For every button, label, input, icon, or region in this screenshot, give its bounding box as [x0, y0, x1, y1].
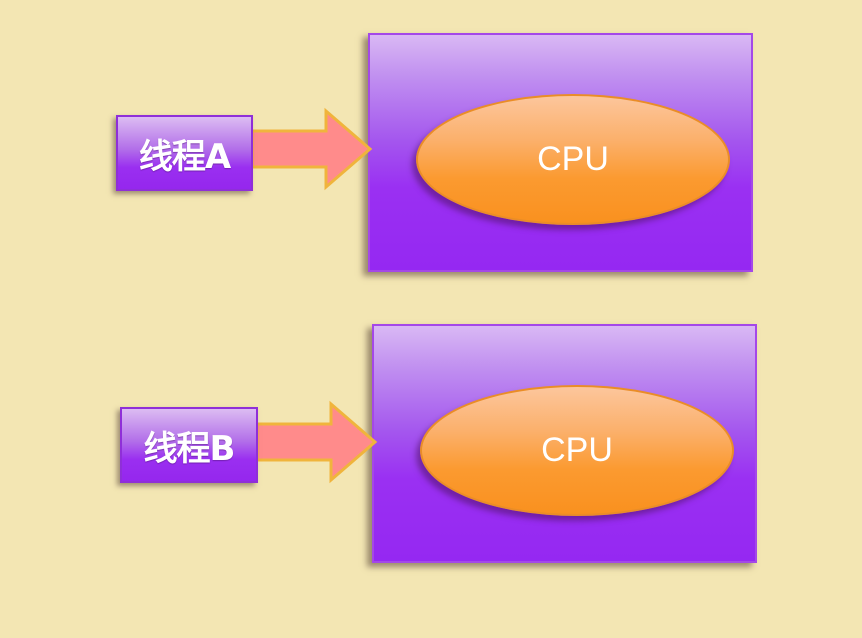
arrow-icon-a [250, 107, 373, 191]
cpu-label-a: CPU [537, 140, 609, 178]
thread-box-a: 线程A [116, 115, 253, 191]
cpu-box-b: CPU [372, 324, 757, 563]
cpu-ellipse-a: CPU [416, 94, 730, 225]
thread-label-b: 线程B [143, 428, 236, 469]
cpu-box-a: CPU [368, 33, 753, 272]
thread-label-a: 线程A [138, 136, 231, 177]
cpu-label-b: CPU [541, 431, 613, 469]
cpu-ellipse-b: CPU [420, 385, 734, 516]
thread-box-b: 线程B [120, 407, 258, 483]
arrow-icon-b [255, 400, 378, 484]
